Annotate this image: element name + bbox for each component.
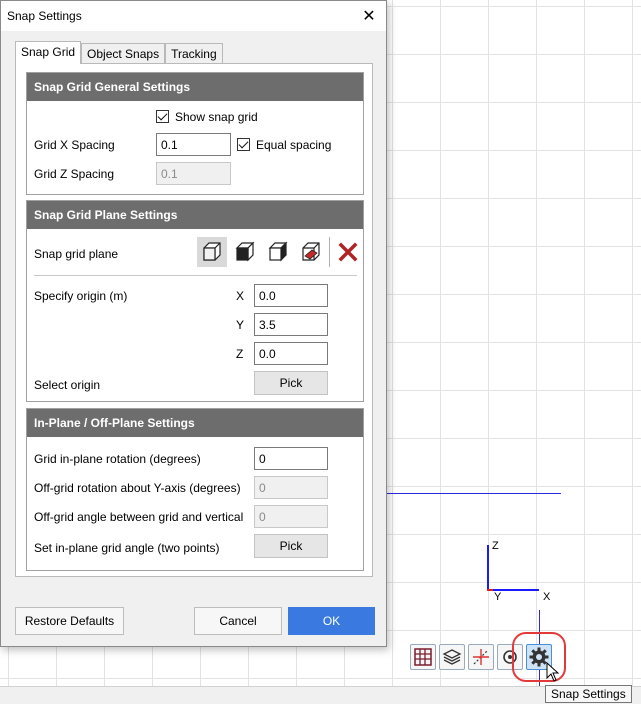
offgrid-y-label: Off-grid rotation about Y-axis (degrees) — [34, 481, 241, 495]
clear-plane-button[interactable] — [333, 237, 363, 267]
cube-front-icon — [203, 242, 221, 261]
specify-origin-label: Specify origin (m) — [34, 289, 128, 303]
equal-spacing-checkbox[interactable] — [237, 138, 250, 151]
pick-origin-button[interactable]: Pick — [254, 371, 328, 395]
grid-icon — [414, 648, 432, 666]
close-icon: ✕ — [362, 8, 376, 25]
equal-spacing-label: Equal spacing — [256, 138, 332, 152]
axis-origin-mark — [487, 589, 493, 591]
dialog-titlebar: Snap Settings ✕ — [1, 1, 386, 31]
origin-y-label: Y — [236, 318, 245, 332]
grid-z-input — [156, 162, 231, 185]
plane-selector — [197, 237, 363, 267]
general-settings-group: Snap Grid General Settings Show snap gri… — [26, 72, 364, 195]
object-snap-button[interactable] — [468, 644, 494, 670]
grid-x-label: Grid X Spacing — [34, 138, 115, 152]
mouse-cursor-icon — [546, 662, 560, 682]
pick-angle-button[interactable]: Pick — [254, 534, 328, 558]
general-settings-header: Snap Grid General Settings — [27, 73, 363, 101]
axis-y-label: Y — [494, 591, 502, 603]
close-button[interactable]: ✕ — [356, 3, 382, 29]
set-angle-label: Set in-plane grid angle (two points) — [34, 541, 220, 555]
dialog-title: Snap Settings — [7, 9, 82, 23]
snap-settings-dialog: Snap Settings ✕ Snap Grid Object Snaps T… — [0, 0, 387, 647]
cancel-button[interactable]: Cancel — [194, 607, 282, 635]
cube-custom-icon — [302, 242, 320, 261]
origin-z-input[interactable] — [254, 342, 328, 365]
rotation-input[interactable] — [254, 447, 328, 470]
ok-button[interactable]: OK — [288, 607, 375, 635]
tab-snap-grid[interactable]: Snap Grid — [15, 41, 82, 64]
grid-z-label: Grid Z Spacing — [34, 167, 115, 181]
snap-grid-plane-label: Snap grid plane — [34, 247, 119, 261]
layers-button[interactable] — [439, 644, 465, 670]
inplane-settings-header: In-Plane / Off-Plane Settings — [27, 409, 363, 437]
show-snap-grid-checkbox[interactable] — [156, 110, 169, 123]
plane-custom-button[interactable] — [296, 237, 326, 267]
origin-z-label: Z — [236, 347, 244, 361]
model-line-horizontal — [386, 493, 561, 494]
plane-xz-button[interactable] — [197, 237, 227, 267]
layers-icon — [442, 649, 462, 665]
snap-grid-panel: Snap Grid General Settings Show snap gri… — [15, 63, 373, 577]
tab-strip: Snap Grid Object Snaps Tracking — [15, 41, 223, 64]
offgrid-y-input — [254, 476, 328, 499]
plane-settings-header: Snap Grid Plane Settings — [27, 201, 363, 229]
show-snap-grid-label: Show snap grid — [175, 110, 258, 124]
tab-object-snaps[interactable]: Object Snaps — [81, 43, 166, 64]
origin-x-label: X — [236, 289, 245, 303]
snap-grid-button[interactable] — [410, 644, 436, 670]
snap-line-icon — [473, 649, 489, 665]
rotation-label: Grid in-plane rotation (degrees) — [34, 452, 201, 466]
restore-defaults-button[interactable]: Restore Defaults — [15, 607, 124, 635]
select-origin-label: Select origin — [34, 378, 101, 392]
tooltip: Snap Settings — [545, 685, 632, 703]
cube-side-icon — [268, 241, 288, 262]
plane-divider — [329, 237, 330, 267]
plane-xy-button[interactable] — [230, 237, 260, 267]
axis-z-label: Z — [492, 540, 499, 552]
delete-x-icon — [338, 242, 358, 262]
cube-top-icon — [235, 241, 255, 262]
offgrid-angle-label: Off-grid angle between grid and vertical — [34, 510, 244, 524]
inplane-settings-group: In-Plane / Off-Plane Settings Grid in-pl… — [26, 408, 364, 571]
grid-x-input[interactable] — [156, 133, 231, 156]
plane-yz-button[interactable] — [263, 237, 293, 267]
axis-x-label: X — [543, 591, 551, 603]
axis-z-line — [487, 545, 489, 590]
origin-x-input[interactable] — [254, 284, 328, 307]
offgrid-angle-input — [254, 505, 328, 528]
origin-y-input[interactable] — [254, 313, 328, 336]
tab-tracking[interactable]: Tracking — [165, 43, 223, 64]
section-divider — [34, 275, 357, 276]
plane-settings-group: Snap Grid Plane Settings Snap grid plane — [26, 200, 364, 402]
